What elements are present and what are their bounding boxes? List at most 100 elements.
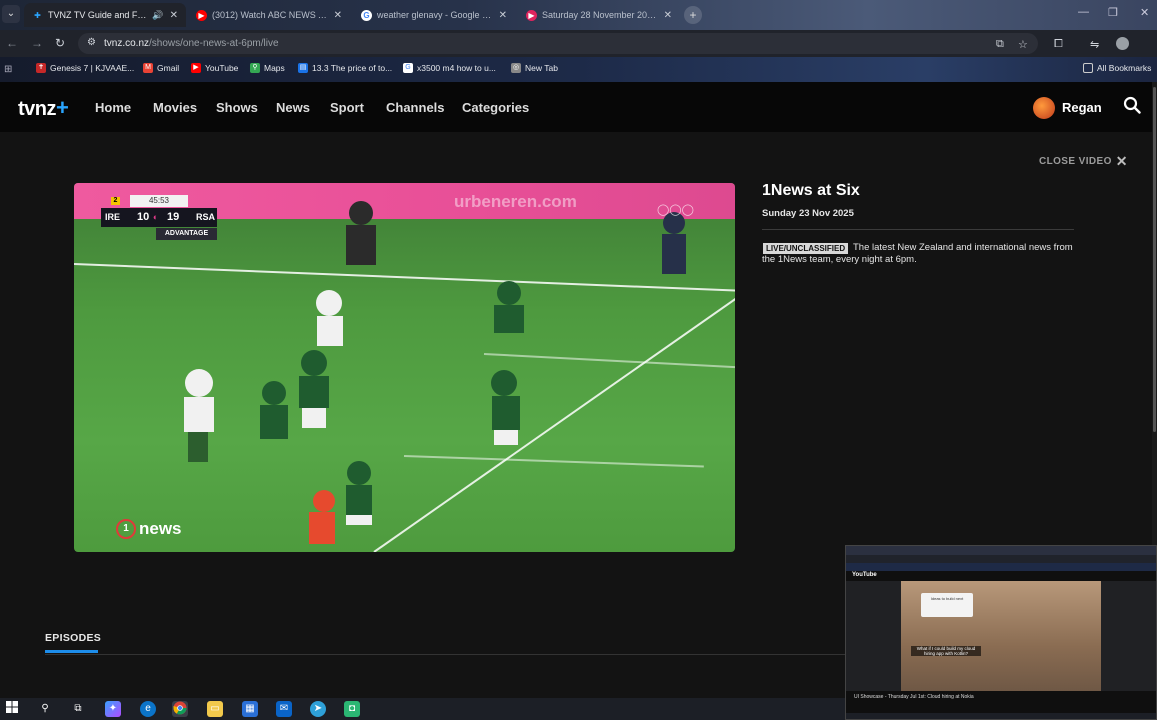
pip-tab-strip xyxy=(846,546,1156,555)
bookmark-maps[interactable]: ⚲ Maps xyxy=(250,63,285,73)
site-nav: tvnz+ Home Movies Shows News Sport Chann… xyxy=(0,82,1157,132)
tab-saturday[interactable]: ▶ Saturday 28 November 2025 | ✕ xyxy=(518,3,680,27)
close-video-label: CLOSE VIDEO xyxy=(1039,156,1112,167)
tab-tvnz[interactable]: ✚ TVNZ TV Guide and Free Li 🔊 ✕ xyxy=(24,3,186,27)
nav-channels[interactable]: Channels xyxy=(386,100,445,115)
file-explorer-icon[interactable]: ▭ xyxy=(207,701,223,717)
store-icon[interactable]: ▦ xyxy=(242,701,258,717)
match-clock: 45:53 xyxy=(130,195,188,207)
logo-plus: + xyxy=(56,95,69,120)
close-video-button[interactable]: CLOSE VIDEO ✕ xyxy=(1039,151,1128,169)
scoreboard: 2 45:53 IRE 10 ◐ 19 RSA ADVANTAGE xyxy=(101,195,217,241)
nav-home[interactable]: Home xyxy=(95,100,131,115)
classification-badge: LIVE/UNCLASSIFIED xyxy=(763,243,849,254)
close-tab-icon[interactable]: ✕ xyxy=(334,10,342,21)
channel-bug-text: news xyxy=(139,519,182,538)
bookmark-genesis[interactable]: ✝ Genesis 7 | KJVAAE... xyxy=(36,63,134,73)
bookmark-star-icon[interactable]: ☆ xyxy=(1018,38,1028,51)
tab-search-button[interactable]: ⌄ xyxy=(2,5,20,23)
reload-icon[interactable]: ↻ xyxy=(55,36,65,50)
windows-start-icon[interactable] xyxy=(4,701,20,717)
pip-taskbar xyxy=(846,713,1156,719)
away-score: 19 xyxy=(167,211,180,223)
bookmark-youtube[interactable]: ▶ YouTube xyxy=(191,63,238,73)
bookmark-label: YouTube xyxy=(205,63,239,73)
bookmark-new-tab[interactable]: ◎ New Tab xyxy=(511,63,558,73)
apps-grid-icon[interactable]: ⊞ xyxy=(4,64,12,75)
tvnz-logo[interactable]: tvnz+ xyxy=(18,95,69,121)
tab-title: (3012) Watch ABC NEWS Austr xyxy=(212,10,328,20)
bookmark-label: Gmail xyxy=(157,63,180,73)
user-avatar[interactable] xyxy=(1033,97,1055,119)
back-arrow-icon[interactable]: ← xyxy=(6,36,18,50)
new-tab-button[interactable]: + xyxy=(684,6,702,24)
gmail-icon: M xyxy=(143,63,153,73)
search-icon[interactable]: ⚲ xyxy=(37,701,53,717)
google-favicon-icon: G xyxy=(361,9,372,21)
youtube-icon: ▶ xyxy=(191,63,201,73)
home-score: 10 xyxy=(137,211,150,223)
picture-in-picture-window[interactable]: YouTube Ideas to build next What if I co… xyxy=(845,545,1157,720)
profile-avatar-icon[interactable] xyxy=(1116,37,1129,50)
tab-abc-news[interactable]: ▶ (3012) Watch ABC NEWS Austr ✕ xyxy=(188,3,350,27)
channel-bug: 1 news xyxy=(116,519,182,539)
address-bar[interactable]: ⚙ tvnz.co.nz/shows/one-news-at-6pm/live … xyxy=(78,33,1038,54)
maximize-icon[interactable]: ❐ xyxy=(1108,6,1118,19)
tab-episodes[interactable]: EPISODES xyxy=(45,632,101,644)
bookmarks-bar: ⊞ ✝ Genesis 7 | KJVAAE... M Gmail ▶ YouTube… xyxy=(0,57,1157,82)
pip-youtube-logo: YouTube xyxy=(852,572,877,578)
pip-card: Ideas to build next xyxy=(921,593,973,617)
google-icon: G xyxy=(403,63,413,73)
chrome-icon[interactable] xyxy=(172,701,188,717)
close-tab-icon[interactable]: ✕ xyxy=(664,10,672,21)
site-info-icon[interactable]: ⚙ xyxy=(87,37,96,48)
url-path: /shows/one-news-at-6pm/live xyxy=(149,38,279,49)
minimize-icon[interactable]: — xyxy=(1078,6,1089,18)
search-icon[interactable] xyxy=(1123,96,1141,114)
close-window-icon[interactable]: ✕ xyxy=(1140,6,1149,19)
pip-subtitle: What if I could build my cloud hiring ap… xyxy=(911,646,981,656)
bookmark-label: New Tab xyxy=(525,63,558,73)
pip-youtube-header: YouTube xyxy=(846,571,1156,581)
video-player[interactable]: urbeneren.com 2 45:53 IRE 10 ◐ 19 RSA AD… xyxy=(74,183,735,552)
nav-categories[interactable]: Categories xyxy=(462,100,529,115)
task-view-icon[interactable]: ⧉ xyxy=(70,701,86,717)
nav-shows[interactable]: Shows xyxy=(216,100,258,115)
outlook-icon[interactable]: ✉ xyxy=(276,701,292,717)
bookmark-doc-icon: ▤ xyxy=(298,63,308,73)
forward-arrow-icon[interactable]: → xyxy=(31,36,43,50)
url-text[interactable]: tvnz.co.nz/shows/one-news-at-6pm/live xyxy=(104,38,279,49)
broadcast-overlay-icon: ◯◯◯ xyxy=(657,204,694,216)
bookmark-genesis-icon: ✝ xyxy=(36,63,46,73)
extensions-icon[interactable]: ⧠ xyxy=(1054,38,1063,51)
app-icon[interactable]: ◘ xyxy=(344,701,360,717)
copilot-icon[interactable]: ✦ xyxy=(105,701,121,717)
nav-movies[interactable]: Movies xyxy=(153,100,197,115)
bookmark-x3500[interactable]: Gx3500 m4 how to u... xyxy=(403,63,496,73)
pip-bookmarks-bar xyxy=(846,563,1156,571)
channel-bug-number: 1 xyxy=(116,519,136,539)
user-name[interactable]: Regan xyxy=(1062,100,1102,115)
audio-playing-icon[interactable]: 🔊 xyxy=(152,10,163,21)
close-tab-icon[interactable]: ✕ xyxy=(499,10,507,21)
media-favicon-icon: ▶ xyxy=(526,9,537,21)
install-app-icon[interactable]: ⧉ xyxy=(996,38,1004,51)
edge-icon[interactable]: e xyxy=(140,701,156,717)
nav-news[interactable]: News xyxy=(276,100,310,115)
bookmark-gmail[interactable]: M Gmail xyxy=(143,63,179,73)
telegram-icon[interactable]: ➤ xyxy=(310,701,326,717)
tab-google-weather[interactable]: G weather glenavy - Google Se ✕ xyxy=(353,3,515,27)
scrollbar-thumb[interactable] xyxy=(1153,87,1156,432)
all-bookmarks-label: All Bookmarks xyxy=(1097,63,1152,73)
browser-tab-strip: ⌄ ✚ TVNZ TV Guide and Free Li 🔊 ✕ ▶ (301… xyxy=(0,0,1157,30)
tab-title: Saturday 28 November 2025 | xyxy=(542,10,658,20)
profile-switch-icon[interactable]: ⇋ xyxy=(1090,38,1099,51)
nav-sport[interactable]: Sport xyxy=(330,100,364,115)
active-tab-indicator xyxy=(45,650,98,653)
close-tab-icon[interactable]: ✕ xyxy=(170,10,178,21)
all-bookmarks[interactable]: All Bookmarks xyxy=(1083,63,1151,73)
bookmark-price[interactable]: ▤ 13.3 The price of to... xyxy=(298,63,392,73)
pip-video-title: UI Showcase - Thursday Jul 1st: Cloud hi… xyxy=(854,694,974,700)
bookmark-label: Maps xyxy=(264,63,285,73)
away-team: RSA xyxy=(196,212,216,222)
